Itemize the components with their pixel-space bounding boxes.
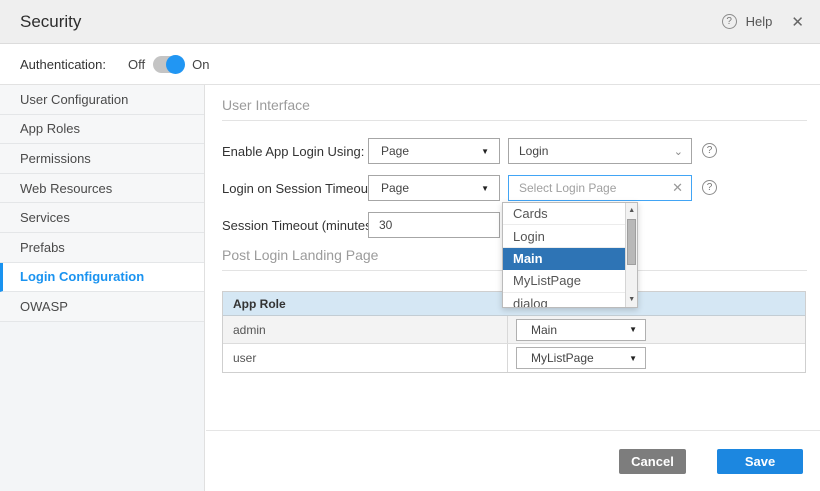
page-title: Security: [20, 12, 81, 32]
select-value: Page: [381, 181, 409, 195]
sidebar-item-app-roles[interactable]: App Roles: [0, 115, 204, 145]
dropdown-item-dialog[interactable]: dialog: [503, 293, 625, 308]
login-on-timeout-label: Login on Session Timeout:: [222, 181, 375, 196]
login-on-timeout-type-select[interactable]: Page ▼: [368, 175, 500, 201]
help-icon[interactable]: ?: [702, 143, 717, 158]
toggle-knob: [166, 55, 185, 74]
clear-icon[interactable]: ✕: [672, 180, 683, 196]
caret-down-icon: ▼: [481, 184, 489, 193]
combo-placeholder: Select Login Page: [519, 181, 616, 195]
table-row: admin Main ▼: [223, 316, 805, 344]
section-post-login: Post Login Landing Page: [222, 247, 378, 263]
sidebar-item-login-configuration[interactable]: Login Configuration: [0, 263, 204, 293]
sidebar-item-permissions[interactable]: Permissions: [0, 144, 204, 174]
enable-app-login-page-combo[interactable]: Login ⌄: [508, 138, 692, 164]
combo-value: Login: [519, 144, 548, 158]
help-icon[interactable]: ?: [702, 180, 717, 195]
sidebar-item-prefabs[interactable]: Prefabs: [0, 233, 204, 263]
dropdown-item-cards[interactable]: Cards: [503, 203, 625, 225]
footer-divider: [206, 430, 820, 431]
session-timeout-label: Session Timeout (minutes):: [222, 218, 380, 233]
role-cell: admin: [223, 316, 508, 343]
sidebar-item-web-resources[interactable]: Web Resources: [0, 174, 204, 204]
login-page-combo[interactable]: Select Login Page ✕: [508, 175, 692, 201]
help-link[interactable]: Help: [746, 14, 773, 29]
scroll-down-icon[interactable]: ▼: [626, 293, 637, 306]
sidebar-item-user-configuration[interactable]: User Configuration: [0, 85, 204, 115]
dropdown-item-login[interactable]: Login: [503, 225, 625, 247]
sidebar: User Configuration App Roles Permissions…: [0, 85, 205, 491]
caret-down-icon: ▼: [629, 325, 637, 334]
dropdown-item-mylistpage[interactable]: MyListPage: [503, 270, 625, 292]
sidebar-item-services[interactable]: Services: [0, 203, 204, 233]
caret-down-icon: ▼: [481, 147, 489, 156]
cancel-button[interactable]: Cancel: [619, 449, 686, 474]
save-button[interactable]: Save: [717, 449, 803, 474]
help-icon[interactable]: ?: [722, 14, 737, 29]
close-icon[interactable]: ✕: [791, 13, 804, 31]
chevron-down-icon: ⌄: [674, 145, 683, 158]
role-cell: user: [223, 344, 508, 372]
dropdown-item-main[interactable]: Main: [503, 248, 625, 270]
sidebar-item-owasp[interactable]: OWASP: [0, 292, 204, 322]
caret-down-icon: ▼: [629, 354, 637, 363]
toggle-off-label: Off: [128, 57, 145, 72]
scrollbar-thumb[interactable]: [627, 219, 636, 265]
authentication-toggle[interactable]: [153, 56, 184, 73]
titlebar: Security ? Help ✕: [0, 0, 820, 44]
session-timeout-input[interactable]: [368, 212, 500, 238]
app-role-header: App Role: [223, 297, 508, 311]
select-value: MyListPage: [531, 351, 594, 365]
enable-app-login-label: Enable App Login Using:: [222, 144, 364, 159]
dropdown-scrollbar[interactable]: ▲ ▼: [625, 203, 637, 307]
toggle-on-label: On: [192, 57, 209, 72]
enable-app-login-type-select[interactable]: Page ▼: [368, 138, 500, 164]
authentication-label: Authentication:: [20, 57, 106, 72]
scroll-up-icon[interactable]: ▲: [626, 204, 637, 217]
table-row: user MyListPage ▼: [223, 344, 805, 372]
landing-page-select-admin[interactable]: Main ▼: [516, 319, 646, 341]
authentication-row: Authentication: Off On: [0, 44, 820, 85]
section-user-interface: User Interface: [222, 97, 310, 113]
login-page-dropdown: Cards Login Main MyListPage dialog ▲ ▼: [502, 202, 638, 308]
divider: [222, 120, 807, 121]
select-value: Page: [381, 144, 409, 158]
select-value: Main: [531, 323, 557, 337]
landing-page-select-user[interactable]: MyListPage ▼: [516, 347, 646, 369]
